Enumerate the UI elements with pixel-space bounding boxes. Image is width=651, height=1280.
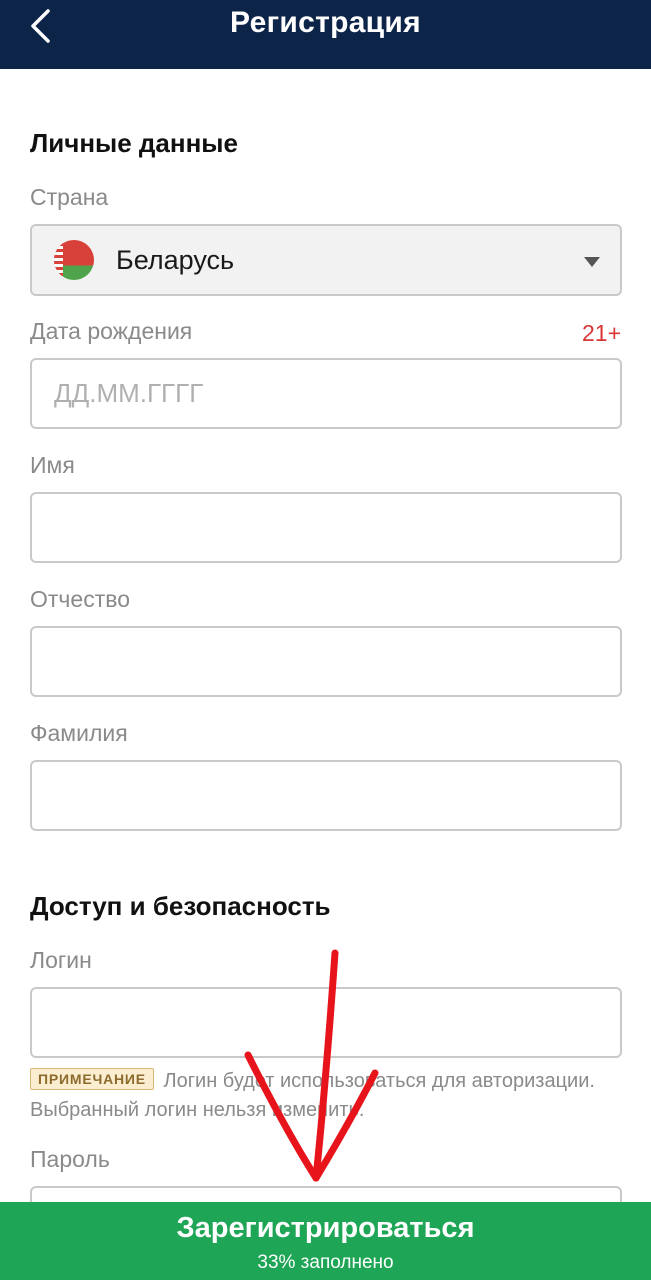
register-button-label: Зарегистрироваться bbox=[176, 1212, 475, 1244]
patronymic-label: Отчество bbox=[30, 586, 130, 612]
country-select[interactable]: Беларусь bbox=[30, 224, 622, 296]
dropdown-arrow-icon bbox=[584, 257, 600, 267]
country-select-value: Беларусь bbox=[116, 244, 235, 275]
birth-date-input[interactable] bbox=[54, 360, 620, 427]
first-name-field-box bbox=[30, 492, 622, 563]
country-label: Страна bbox=[30, 184, 109, 210]
belarus-flag-icon bbox=[54, 240, 94, 280]
login-input[interactable] bbox=[54, 989, 620, 1056]
section-title-personal: Личные данные bbox=[30, 128, 238, 158]
page-title: Регистрация bbox=[230, 6, 421, 39]
note-badge: ПРИМЕЧАНИЕ bbox=[30, 1068, 154, 1090]
patronymic-field-box bbox=[30, 626, 622, 697]
app-header: Регистрация bbox=[0, 0, 651, 69]
age-limit-badge: 21+ bbox=[581, 320, 621, 346]
last-name-input[interactable] bbox=[54, 762, 620, 829]
last-name-label: Фамилия bbox=[30, 720, 128, 746]
login-field-box bbox=[30, 987, 622, 1058]
login-label: Логин bbox=[30, 947, 92, 973]
section-title-security: Доступ и безопасность bbox=[30, 891, 331, 921]
first-name-input[interactable] bbox=[54, 494, 620, 561]
password-label: Пароль bbox=[30, 1146, 110, 1172]
form-progress-text: 33% заполнено bbox=[257, 1252, 394, 1273]
register-button[interactable]: Зарегистрироваться 33% заполнено bbox=[0, 1202, 651, 1280]
login-note: ПРИМЕЧАНИЕ Логин будет использоваться дл… bbox=[30, 1067, 630, 1125]
birth-date-field-box bbox=[30, 358, 622, 429]
last-name-field-box bbox=[30, 760, 622, 831]
patronymic-input[interactable] bbox=[54, 628, 620, 695]
birth-date-label: Дата рождения bbox=[30, 318, 193, 344]
first-name-label: Имя bbox=[30, 452, 75, 478]
